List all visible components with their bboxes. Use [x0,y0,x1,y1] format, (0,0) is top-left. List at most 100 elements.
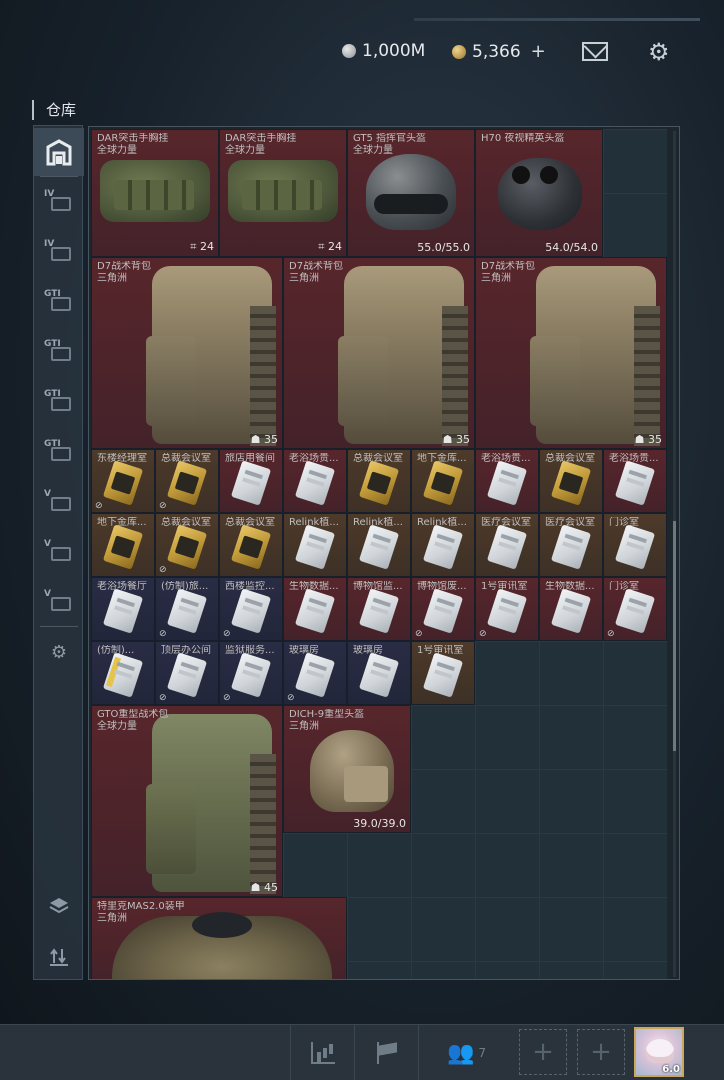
item-keycard[interactable]: 门诊室 [603,513,667,577]
grid-scrollbar[interactable] [673,131,676,977]
item-keycard[interactable]: 总裁会议室 [347,449,411,513]
item-keycard[interactable]: 1号审讯室 ⊘ [475,577,539,641]
keycard-image [230,524,272,570]
item-name: 1号审讯室 [417,645,464,656]
warehouse-home-tab[interactable] [34,128,84,176]
tab-level-label: V [44,539,51,549]
friends-count: 7 [478,1046,487,1060]
no-entry-icon: ⊘ [415,629,423,639]
keycard-image [230,460,272,506]
player-avatar[interactable]: 6.0 [634,1027,684,1077]
add-gold-button[interactable]: + [531,41,546,62]
item-keycard[interactable]: 玻璃房 [347,641,411,705]
item-capacity: ⌗ 24 [318,240,342,253]
item-name: 老浴场贵... [609,453,659,464]
item-name: 东楼经理室 [97,453,147,464]
item-keycard[interactable]: 西楼监控... ⊘ [219,577,283,641]
item-h70-helmet[interactable]: H70 夜视精英头盔 54.0/54.0 [475,129,603,257]
keycard-image [358,524,400,570]
item-keycard[interactable]: 医疗会议室 [475,513,539,577]
item-keycard[interactable]: 总裁会议室 ⊘ [155,449,219,513]
scroll-thumb[interactable] [673,521,676,751]
item-name: D7战术背包 [289,261,344,272]
sidebar-container-tab[interactable]: GTI [34,278,84,326]
item-faction: 全球力量 [225,145,265,156]
item-name: 门诊室 [609,581,639,592]
sidebar-container-tab[interactable]: IV [34,178,84,226]
avatar-badge: 6.0 [662,1064,680,1075]
item-keycard[interactable]: (仿制)旅... ⊘ [155,577,219,641]
item-keycard[interactable]: 老浴场贵... [603,449,667,513]
friends-button[interactable]: 👥 7 [418,1025,514,1080]
keycard-image [614,460,656,506]
item-d7-backpack[interactable]: D7战术背包 三角洲 ☗ 35 [475,257,667,449]
sidebar-container-tab[interactable]: V [34,478,84,526]
item-keycard[interactable]: 东楼经理室 ⊘ [91,449,155,513]
item-keycard[interactable]: Relink植... [283,513,347,577]
sidebar-sort-tab[interactable] [34,932,84,980]
sidebar-container-tab[interactable]: V [34,578,84,626]
item-keycard[interactable]: 生物数据... [283,577,347,641]
item-keycard[interactable]: 地下金库... [91,513,155,577]
warehouse-grid: DAR突击手胸挂 全球力量 ⌗ 24 DAR突击手胸挂 全球力量 ⌗ 24 GT… [88,126,680,980]
layers-icon [49,898,69,914]
no-entry-icon: ⊘ [159,565,167,575]
item-keycard[interactable]: 老浴场贵... [283,449,347,513]
top-progress-line [414,18,700,21]
sidebar-container-tab[interactable]: GTI [34,428,84,476]
sidebar-container-tab[interactable]: GTI [34,328,84,376]
add-teammate-slot[interactable]: + [519,1029,567,1075]
item-keycard[interactable]: 1号审讯室 [411,641,475,705]
item-keycard[interactable]: 老浴场贵... [475,449,539,513]
item-keycard[interactable]: Relink植... [411,513,475,577]
sidebar-layers-tab[interactable] [34,882,84,930]
vest-image [228,160,338,222]
sidebar-divider [40,626,78,627]
backpack-image [338,266,468,446]
sidebar-container-tab[interactable]: GTI [34,378,84,426]
flag-button[interactable] [354,1025,418,1080]
add-teammate-slot[interactable]: + [577,1029,625,1075]
item-keycard[interactable]: 总裁会议室 ⊘ [155,513,219,577]
item-keycard[interactable]: 老浴场餐厅 [91,577,155,641]
item-keycard[interactable]: 博物馆监... [347,577,411,641]
item-keycard[interactable]: 总裁会议室 [539,449,603,513]
item-gt5-helmet[interactable]: GT5 指挥官头盔 全球力量 55.0/55.0 [347,129,475,257]
item-name: 玻璃房 [353,645,383,656]
item-keycard[interactable]: 生物数据... [539,577,603,641]
container-icon: IV [44,189,74,215]
item-keycard[interactable]: Relink植... [347,513,411,577]
item-dar-vest[interactable]: DAR突击手胸挂 全球力量 ⌗ 24 [219,129,347,257]
item-keycard[interactable]: 顶层办公间 ⊘ [155,641,219,705]
keycard-image [486,524,528,570]
item-keycard[interactable]: 总裁会议室 [219,513,283,577]
item-d7-backpack[interactable]: D7战术背包 三角洲 ☗ 35 [91,257,283,449]
keycard-image [294,524,336,570]
item-faction: 三角洲 [97,913,127,924]
no-entry-icon: ⊘ [159,501,167,511]
item-keycard[interactable]: 玻璃房 ⊘ [283,641,347,705]
item-mas-armor[interactable]: 特里克MAS2.0装甲 三角洲 [91,897,347,979]
item-gto-backpack[interactable]: GTO重型战术包 全球力量 ☗ 45 [91,705,283,897]
item-keycard[interactable]: 监狱服务... ⊘ [219,641,283,705]
item-keycard[interactable]: 地下金库... [411,449,475,513]
helmet-image [366,154,456,230]
sidebar-container-tab[interactable]: V [34,528,84,576]
sidebar-container-tab[interactable]: IV [34,228,84,276]
settings-gear-icon[interactable]: ⚙ [648,40,670,64]
no-entry-icon: ⊘ [287,693,295,703]
sidebar-settings-tab[interactable]: ⚙ [34,628,84,676]
item-keycard[interactable]: (仿制)... [91,641,155,705]
container-icon: V [44,539,74,565]
gold-currency[interactable]: 5,366 + [452,41,546,62]
mail-icon[interactable] [582,42,608,61]
item-keycard[interactable]: 旅店用餐间 [219,449,283,513]
item-dich9-helmet[interactable]: DICH-9重型头盔 三角洲 39.0/39.0 [283,705,411,833]
stats-button[interactable] [290,1025,354,1080]
item-keycard[interactable]: 门诊室 ⊘ [603,577,667,641]
item-keycard[interactable]: 医疗会议室 [539,513,603,577]
item-dar-vest[interactable]: DAR突击手胸挂 全球力量 ⌗ 24 [91,129,219,257]
item-d7-backpack[interactable]: D7战术背包 三角洲 ☗ 35 [283,257,475,449]
container-icon: V [44,489,74,515]
item-keycard[interactable]: 博物馆废... ⊘ [411,577,475,641]
